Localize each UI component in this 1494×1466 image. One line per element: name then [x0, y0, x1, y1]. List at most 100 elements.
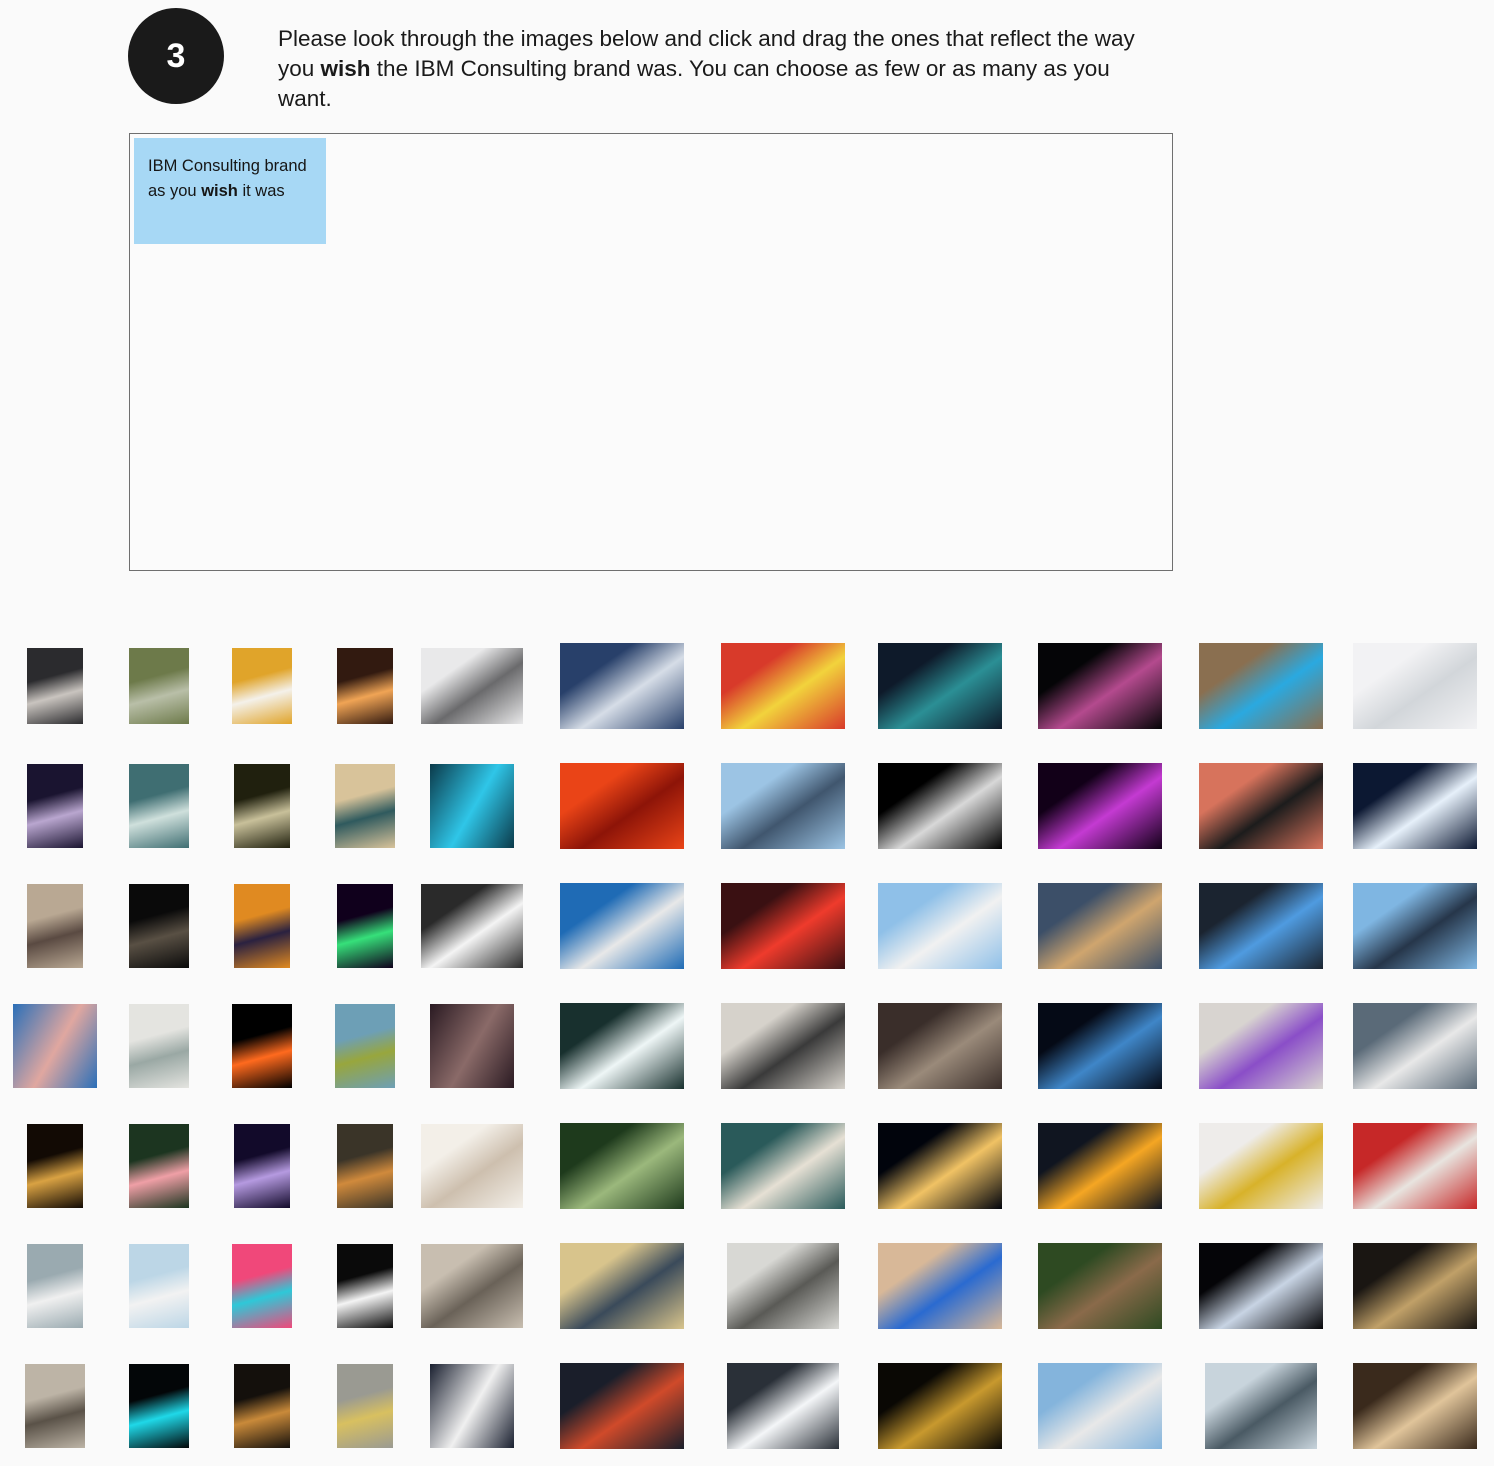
thumbnail-concrete-modernist-house-facade[interactable] [337, 1364, 393, 1448]
thumbnail-deep-space-nebula[interactable] [429, 1004, 514, 1088]
grid-cell [539, 1226, 704, 1346]
thumbnail-colorful-swirl-vortex[interactable] [1037, 763, 1162, 849]
thumbnail-golden-silk-abstract-folds[interactable] [877, 1363, 1002, 1449]
grid-cell [1178, 866, 1343, 986]
thumbnail-woman-stepping-out-of-white-car[interactable] [429, 1364, 514, 1448]
thumbnail-rocket-launch-with-flame[interactable] [1037, 1123, 1162, 1209]
thumbnail-red-lit-gaming-desk[interactable] [720, 883, 845, 969]
thumbnail-person-with-light-beam-night[interactable] [27, 764, 83, 848]
grid-cell [1017, 746, 1182, 866]
thumbnail-flamingos-in-green-foliage[interactable] [129, 1124, 189, 1208]
thumbnail-aerial-runners-on-red-track[interactable] [1198, 763, 1323, 849]
thumbnail-white-atrium-skylight[interactable] [1353, 643, 1477, 729]
thumbnail-bright-open-office-with-bicycle[interactable] [1198, 1123, 1323, 1209]
thumbnail-warm-living-room-interior[interactable] [335, 764, 395, 848]
thumbnail-teal-futuristic-corridor[interactable] [429, 764, 514, 848]
thumbnail-plasma-ball-on-black[interactable] [1037, 643, 1162, 729]
thumbnail-astronaut-spacewalk-solar-array[interactable] [877, 763, 1002, 849]
thumbnail-teal-classic-lounge-with-sofas[interactable] [720, 1123, 845, 1209]
grid-cell [207, 1346, 317, 1466]
thumbnail-city-skyline-at-dusk[interactable] [1037, 883, 1162, 969]
thumbnail-waterfall-in-dark-forest[interactable] [234, 764, 290, 848]
grid-cell [700, 1106, 865, 1226]
image-grid-row [0, 1346, 1494, 1466]
thumbnail-cyan-glowing-circular-tech-form[interactable] [129, 1364, 189, 1448]
thumbnail-ornate-dome-ceiling-interior[interactable] [337, 1124, 393, 1208]
thumbnail-aerial-running-track-lanes[interactable] [1353, 1003, 1477, 1089]
thumbnail-minimal-office-lobby-with-plant[interactable] [726, 1243, 839, 1329]
grid-cell [207, 1106, 317, 1226]
thumbnail-bronze-statue-in-darkness[interactable] [129, 884, 189, 968]
grid-cell [104, 746, 214, 866]
thumbnail-red-orange-mountain-graphic[interactable] [559, 763, 684, 849]
thumbnail-golden-lit-vaulted-tunnel[interactable] [27, 1124, 83, 1208]
thumbnail-climber-on-colorful-bouldering-wall[interactable] [877, 1243, 1002, 1329]
thumbnail-wavy-striped-sculptural-form-blue-sky[interactable] [1037, 1363, 1162, 1449]
thumbnail-hiker-overlooking-misty-mountains[interactable] [720, 763, 845, 849]
thumbnail-bright-coworking-studio-space[interactable] [559, 1243, 684, 1329]
thumbnail-crystalline-museum-building[interactable] [1204, 1363, 1317, 1449]
grid-cell [700, 866, 865, 986]
thumbnail-neon-glitch-light-stripes[interactable] [337, 884, 393, 968]
thumbnail-red-spiral-staircase-from-above[interactable] [1353, 1123, 1477, 1209]
thumbnail-white-sports-car-at-villa[interactable] [27, 1244, 83, 1328]
thumbnail-bright-white-curved-interior[interactable] [420, 1124, 523, 1208]
thumbnail-dark-opulent-classic-interior[interactable] [1353, 1243, 1477, 1329]
thumbnail-dark-cafe-table-with-lamp[interactable] [234, 1364, 290, 1448]
thumbnail-earth-from-orbit-with-solar-panel[interactable] [1037, 1003, 1162, 1089]
thumbnail-glowing-white-disc-on-navy[interactable] [1353, 763, 1477, 849]
thumbnail-white-curved-stairs-against-sky[interactable] [129, 1244, 189, 1328]
grid-cell [207, 1226, 317, 1346]
grid-cell [404, 1226, 539, 1346]
thumbnail-teal-pyramid-pattern-wall[interactable] [129, 764, 189, 848]
thumbnail-white-arrow-on-black-asphalt[interactable] [420, 884, 523, 968]
grid-cell [1017, 626, 1182, 746]
grid-cell [1335, 1226, 1494, 1346]
thumbnail-rainbow-curtain-corridor[interactable] [720, 643, 845, 729]
thumbnail-star-trails-over-dark-horizon[interactable] [1198, 1243, 1323, 1329]
thumbnail-people-in-workshop-studio[interactable] [877, 1003, 1002, 1089]
image-drop-zone[interactable]: IBM Consulting brand as you wish it was [129, 133, 1173, 571]
thumbnail-black-white-diagonal-stripes[interactable] [337, 1244, 393, 1328]
thumbnail-aerial-winding-river[interactable] [129, 648, 189, 724]
thumbnail-pale-airport-concourse[interactable] [129, 1004, 189, 1088]
thumbnail-pink-modernist-building-at-pool[interactable] [13, 1004, 97, 1088]
grid-cell [1178, 1226, 1343, 1346]
image-grid-row [0, 986, 1494, 1106]
thumbnail-imagine-mosaic-strawberry-fields[interactable] [720, 1003, 845, 1089]
thumbnail-purple-star-field-particles[interactable] [234, 1124, 290, 1208]
grid-cell [700, 746, 865, 866]
thumbnail-broadcast-control-room[interactable] [1198, 883, 1323, 969]
thumbnail-redwood-forest-road[interactable] [1037, 1243, 1162, 1329]
thumbnail-glass-skyscraper-looking-up[interactable] [1353, 883, 1477, 969]
thumbnail-grey-modern-lounge-chair[interactable] [420, 648, 523, 724]
grid-cell [207, 626, 317, 746]
thumbnail-blue-carpet-open-office[interactable] [559, 643, 684, 729]
thumbnail-colorful-mural-with-skateboarders[interactable] [232, 1244, 292, 1328]
thumbnail-classic-parlour-with-chandelier[interactable] [27, 884, 83, 968]
thumbnail-cozy-candlelit-sofa-interior[interactable] [1353, 1363, 1477, 1449]
thumbnail-colorful-cylindrical-tower-building[interactable] [559, 883, 684, 969]
thumbnail-earth-city-lights-from-space[interactable] [877, 1123, 1002, 1209]
thumbnail-purple-impossible-triangle-render[interactable] [1198, 1003, 1323, 1089]
thumbnail-heydar-aliyev-curved-architecture[interactable] [877, 883, 1002, 969]
thumbnail-paper-sphere-sculpture-on-tiles[interactable] [25, 1364, 85, 1448]
thumbnail-orange-circuit-board-sensor[interactable] [234, 884, 290, 968]
grid-cell [700, 1346, 865, 1466]
thumbnail-neon-desk-dual-monitor-setup[interactable] [877, 643, 1002, 729]
thumbnail-blue-beach-hut-in-grass[interactable] [335, 1004, 395, 1088]
thumbnail-modern-aircraft-cabin-lounge[interactable] [420, 1244, 523, 1328]
grid-cell [1017, 986, 1182, 1106]
thumbnail-white-angular-geometric-forms[interactable] [726, 1363, 839, 1449]
grid-cell [1178, 626, 1343, 746]
thumbnail-orange-flame-on-black[interactable] [337, 648, 393, 724]
thumbnail-colorful-flame-explosion-on-black[interactable] [232, 1004, 292, 1088]
thumbnail-blue-lagoon-inside-cave[interactable] [1198, 643, 1323, 729]
thumbnail-white-light-streaks-long-exposure[interactable] [559, 1003, 684, 1089]
thumbnail-dense-colorful-circuit-board[interactable] [559, 1363, 684, 1449]
grid-cell [539, 626, 704, 746]
thumbnail-golden-staircase-to-light[interactable] [232, 648, 292, 724]
grid-cell [0, 1346, 110, 1466]
thumbnail-dark-building-silhouette[interactable] [27, 648, 83, 724]
thumbnail-elevated-walkway-through-forest[interactable] [559, 1123, 684, 1209]
